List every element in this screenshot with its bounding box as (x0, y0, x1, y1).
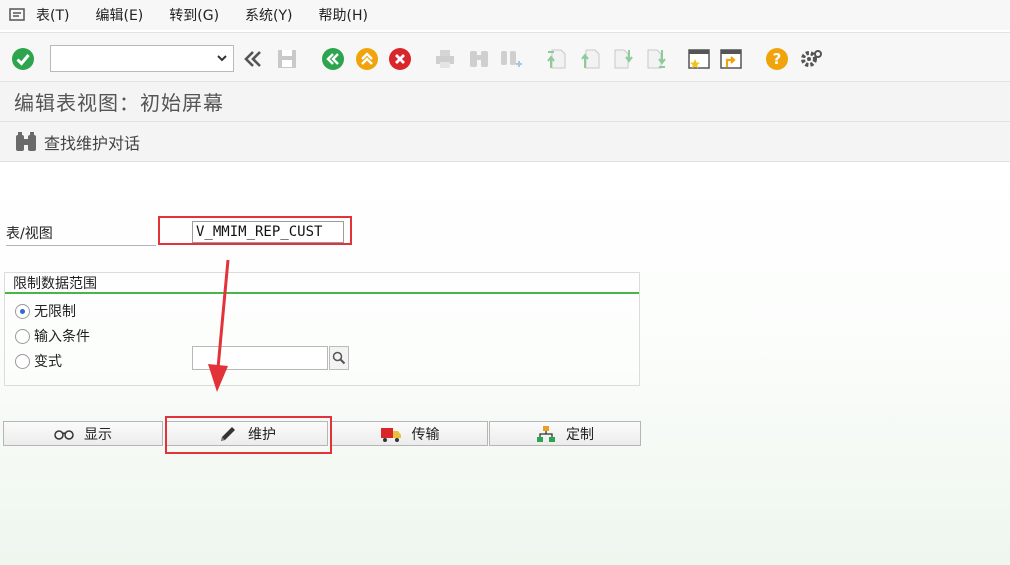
radio-button[interactable] (15, 353, 30, 369)
annotation-arrow (208, 259, 230, 392)
radio-label-variant: 变式 (34, 354, 62, 370)
radio-label-enter-conditions: 输入条件 (34, 329, 90, 345)
radio-label-no-restriction: 无限制 (34, 304, 76, 320)
svg-text:?: ? (773, 50, 782, 68)
settings-icon[interactable] (798, 46, 824, 72)
next-page-icon[interactable] (610, 46, 636, 72)
search-help-button[interactable] (329, 346, 349, 370)
menu-table[interactable]: 表(T) (36, 5, 69, 25)
app-menu-icon[interactable] (0, 8, 36, 22)
main-area: 表/视图 V_MMIM_REP_CUST 限制数据范围 无限制 输入条件 变式 (0, 163, 1010, 565)
binoculars-icon[interactable] (14, 131, 38, 153)
magnifier-icon (332, 351, 346, 365)
transport-button[interactable]: 传输 (331, 421, 488, 446)
shortcut-icon[interactable] (718, 46, 744, 72)
radio-enter-conditions[interactable]: 输入条件 (15, 326, 90, 346)
radio-button-checked[interactable] (15, 303, 30, 319)
hierarchy-icon (536, 425, 556, 443)
print-icon[interactable] (432, 46, 458, 72)
standard-toolbar: ? (0, 32, 1010, 82)
restrict-data-range-group: 限制数据范围 无限制 输入条件 变式 (4, 272, 640, 386)
page-title: 编辑表视图：初始屏幕 (14, 91, 224, 115)
enter-icon[interactable] (10, 46, 36, 72)
save-icon[interactable] (274, 46, 300, 72)
menu-help[interactable]: 帮助(H) (319, 5, 368, 25)
back-icon[interactable] (320, 46, 346, 72)
last-page-icon[interactable] (643, 46, 669, 72)
help-icon[interactable]: ? (764, 46, 790, 72)
menu-goto[interactable]: 转到(G) (169, 5, 219, 25)
cancel-icon[interactable] (387, 46, 413, 72)
prev-page-icon[interactable] (577, 46, 603, 72)
input-highlight-annotation (158, 216, 352, 245)
first-page-icon[interactable] (543, 46, 569, 72)
radio-button[interactable] (15, 328, 30, 344)
new-session-icon[interactable] (686, 46, 712, 72)
double-left-icon[interactable] (240, 46, 266, 72)
display-button[interactable]: 显示 (3, 421, 163, 446)
find-maintenance-dialog-button[interactable]: 查找维护对话 (44, 130, 140, 154)
command-dropdown-icon[interactable] (215, 51, 229, 65)
menu-bar: 表(T) 编辑(E) 转到(G) 系统(Y) 帮助(H) (0, 0, 1010, 30)
customize-button-label: 定制 (566, 426, 594, 443)
glasses-icon (54, 428, 74, 440)
find-icon[interactable] (466, 46, 492, 72)
menu-system[interactable]: 系统(Y) (245, 5, 292, 25)
application-toolbar: 查找维护对话 (0, 122, 1010, 162)
radio-no-restriction[interactable]: 无限制 (15, 301, 76, 321)
table-view-label: 表/视图 (6, 223, 156, 246)
find-next-icon[interactable] (498, 46, 524, 72)
customize-button[interactable]: 定制 (489, 421, 641, 446)
radio-variant[interactable]: 变式 (15, 351, 62, 371)
exit-icon[interactable] (354, 46, 380, 72)
transport-button-label: 传输 (411, 426, 440, 443)
group-title: 限制数据范围 (13, 276, 97, 292)
command-field[interactable] (50, 45, 234, 72)
maintain-highlight-annotation (165, 416, 332, 454)
menu-edit[interactable]: 编辑(E) (95, 5, 143, 25)
display-button-label: 显示 (84, 426, 112, 443)
group-title-underline (5, 292, 639, 294)
title-bar: 编辑表视图：初始屏幕 (0, 82, 1010, 122)
truck-icon (380, 425, 402, 443)
